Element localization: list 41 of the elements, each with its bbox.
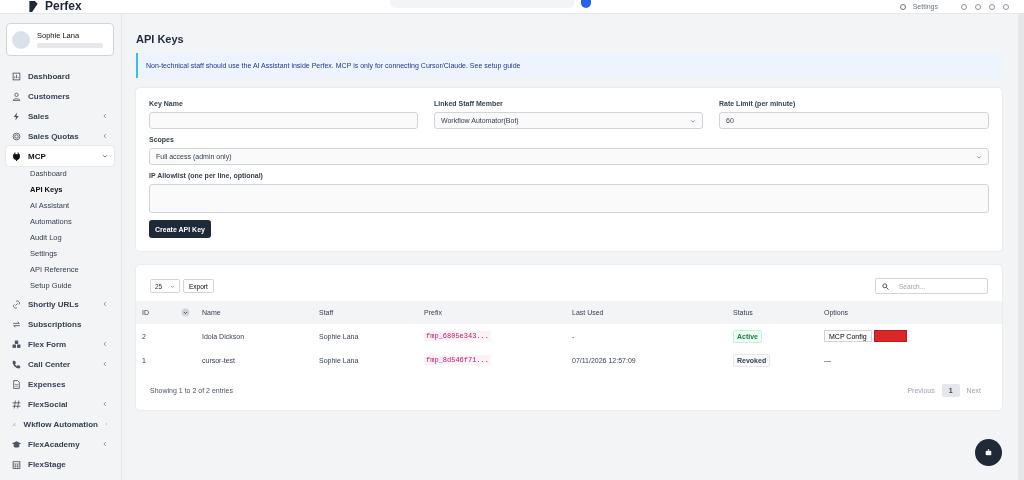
sidebar-item[interactable]: FlexAcademy — [6, 434, 114, 454]
lightning-icon — [12, 111, 21, 121]
link-icon — [12, 299, 21, 309]
chevron-down-icon — [690, 117, 696, 124]
sidebar-item[interactable]: Expenses — [6, 374, 114, 394]
sidebar-item[interactable]: Dashboard — [6, 66, 114, 86]
page-title: API Keys — [136, 33, 185, 47]
text-area[interactable] — [149, 184, 989, 213]
chevron-down-icon — [170, 283, 175, 289]
blurred-text — [37, 43, 103, 48]
document-icon — [12, 379, 21, 389]
sidebar-item[interactable]: Customers — [6, 86, 114, 106]
sidebar-item[interactable]: FlexSocial — [6, 394, 114, 414]
chart-icon — [12, 71, 21, 81]
sidebar-item[interactable]: Shortly URLs — [6, 294, 114, 314]
logo-text: Perfex — [45, 0, 82, 13]
sidebar-item[interactable]: FlexStage — [6, 454, 114, 474]
repeat-icon — [12, 319, 21, 329]
sort-icon[interactable] — [181, 308, 190, 317]
avatar — [12, 31, 30, 49]
sidebar-item[interactable]: Sales Quotas — [6, 126, 114, 146]
chat-button[interactable] — [975, 439, 1002, 466]
sidebar-item[interactable]: Call Center — [6, 354, 114, 374]
graduation-cap-icon — [12, 439, 21, 449]
sidebar-item[interactable]: MCP — [6, 146, 114, 166]
phone-icon — [12, 359, 21, 369]
target-icon — [12, 131, 21, 141]
logo-icon — [28, 1, 39, 12]
sidebar-item[interactable]: Wkflow Automation — [6, 414, 114, 434]
cubes-icon — [12, 339, 21, 349]
sidebar-item[interactable]: Subscriptions — [6, 314, 114, 334]
sidebar-item[interactable]: Sales — [6, 106, 114, 126]
input-field[interactable] — [149, 112, 418, 129]
chevron-down-icon — [976, 153, 982, 160]
robot-icon — [984, 448, 993, 457]
search-icon — [882, 282, 889, 290]
hash-icon — [12, 399, 21, 409]
plug-icon — [12, 151, 21, 161]
calendar-icon — [12, 459, 21, 469]
danger-button[interactable] — [873, 330, 907, 342]
sidebar-item[interactable]: Flex Form — [6, 334, 114, 354]
